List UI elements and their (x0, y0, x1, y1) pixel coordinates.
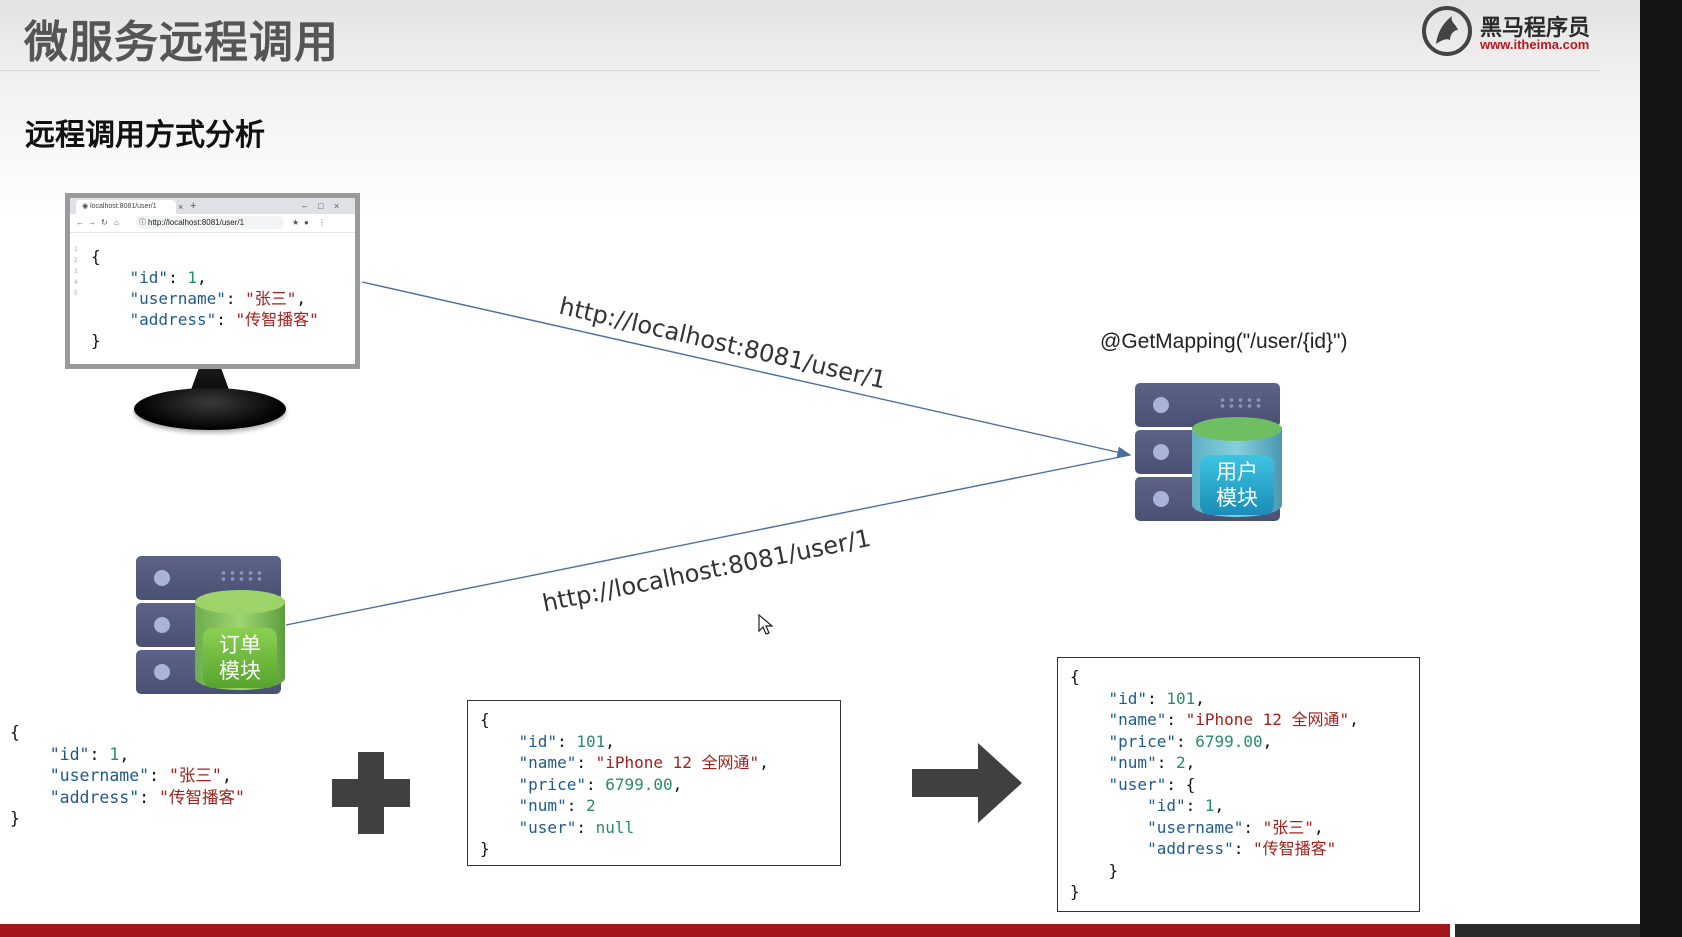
browser-tab[interactable]: ◉ localhost:8081/user/1 (76, 200, 176, 214)
order-module-label: 订单 模块 (203, 628, 277, 688)
footer-bar (0, 924, 1450, 937)
browser-request-arrow (361, 281, 1132, 458)
mouse-cursor-icon (758, 614, 774, 635)
order-request-arrow (285, 454, 1131, 626)
browser-tab-bar: ◉ localhost:8081/user/1 × + – □ × (70, 198, 355, 214)
order-json-box: { "id": 101, "name": "iPhone 12 全网通", "p… (467, 700, 841, 866)
menu-icon[interactable]: ⋮ (318, 217, 326, 229)
user-module-database-icon: 用户 模块 (1192, 417, 1282, 517)
monitor: ◉ localhost:8081/user/1 × + – □ × ← → ↻ … (65, 193, 360, 369)
order-service-server: 订单 模块 (136, 556, 285, 696)
star-icon[interactable]: ★ (292, 217, 299, 229)
back-arrow-icon[interactable]: ← (76, 217, 84, 229)
merged-json-box: { "id": 101, "name": "iPhone 12 全网通", "p… (1057, 657, 1420, 912)
merged-json: { "id": 101, "name": "iPhone 12 全网通", "p… (1070, 667, 1359, 901)
address-bar[interactable]: ⓘ http://localhost:8081/user/1 (136, 216, 284, 229)
user-module-label: 用户 模块 (1200, 455, 1274, 515)
globe-icon: ◉ (82, 203, 91, 210)
browser-toolbar: ← → ↻ ⌂ ⓘ http://localhost:8081/user/1 ★… (70, 214, 355, 233)
window-close-icon[interactable]: × (334, 199, 339, 213)
plus-icon (332, 752, 410, 834)
user-json: { "id": 1, "username": "张三", "address": … (10, 723, 245, 828)
browser-tab-title: localhost:8081/user/1 (90, 203, 157, 210)
reload-icon[interactable]: ↻ (101, 217, 108, 229)
forward-arrow-icon[interactable]: → (88, 217, 96, 229)
slide: 微服务远程调用 黑马程序员 www.itheima.com 远程调用方式分析 h… (0, 0, 1640, 937)
site-info-icon[interactable]: ⓘ (139, 216, 146, 229)
minimize-icon[interactable]: – (302, 199, 307, 213)
monitor-base (134, 388, 286, 430)
new-tab-icon[interactable]: + (190, 199, 196, 213)
right-arrow-icon (912, 743, 1022, 823)
order-json: { "id": 101, "name": "iPhone 12 全网通", "p… (480, 710, 769, 858)
tab-close-icon[interactable]: × (178, 200, 183, 214)
get-mapping-annotation: @GetMapping("/user/{id}") (1100, 330, 1348, 353)
address-bar-url: http://localhost:8081/user/1 (148, 218, 245, 227)
maximize-icon[interactable]: □ (318, 199, 323, 213)
user-service-server: 用户 模块 (1135, 383, 1282, 523)
order-module-database-icon: 订单 模块 (195, 590, 285, 690)
window-edge (1640, 0, 1682, 937)
browser-window: ◉ localhost:8081/user/1 × + – □ × ← → ↻ … (70, 198, 355, 364)
browser-json: { "id": 1, "username": "张三", "address": … (91, 247, 319, 350)
footer-dark-segment (1455, 924, 1640, 937)
home-icon[interactable]: ⌂ (114, 217, 119, 229)
profile-icon[interactable]: ● (304, 217, 309, 229)
line-numbers: 1 2 3 4 5 (74, 246, 78, 297)
